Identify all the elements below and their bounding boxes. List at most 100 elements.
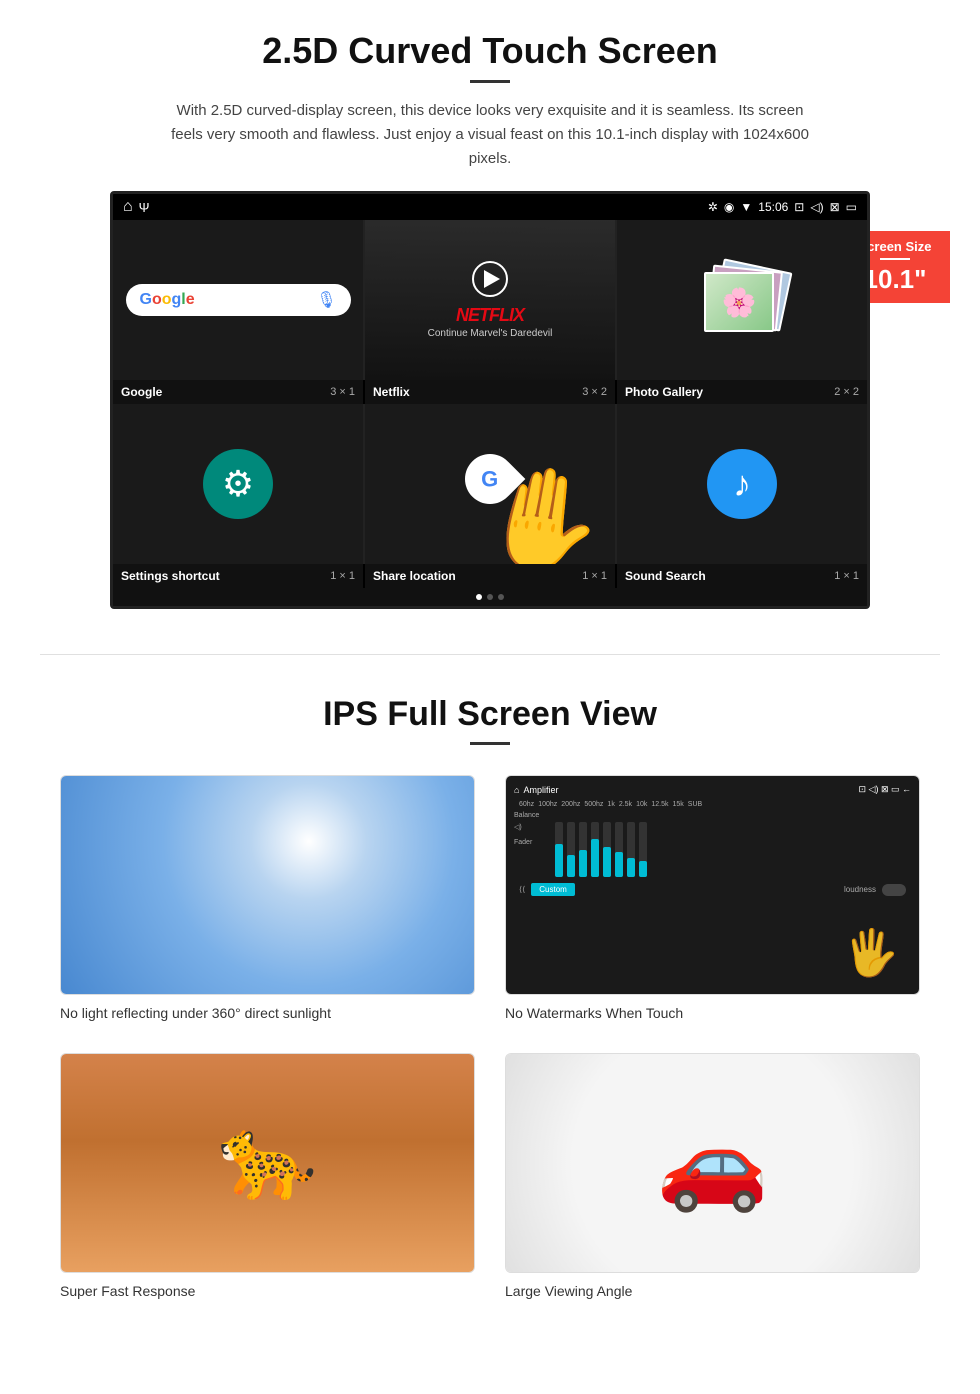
amp-fill-6	[615, 852, 623, 877]
car-emoji: 🚗	[656, 1111, 768, 1216]
settings-size: 1 × 1	[330, 570, 355, 582]
netflix-subtitle: Continue Marvel's Daredevil	[428, 328, 553, 339]
play-button[interactable]	[472, 261, 508, 297]
feature-viewing-angle: 🚗 Large Viewing Angle	[505, 1053, 920, 1301]
sound-search-cell[interactable]: ♪	[617, 404, 867, 564]
amp-track-4	[591, 822, 599, 877]
feature-label-1: No light reflecting under 360° direct su…	[60, 1005, 331, 1021]
google-search-bar[interactable]: Google 🎙	[126, 284, 351, 316]
amp-track-5	[603, 822, 611, 877]
section1-title: 2.5D Curved Touch Screen	[60, 30, 920, 72]
car-image: 🚗	[506, 1054, 919, 1272]
feature-img-cheetah: 🐆	[60, 1053, 475, 1273]
amp-footer: ⟨⟨ Custom loudness	[514, 883, 911, 896]
device-screen: ⌂ Ψ ✲ ◉ ▼ 15:06 ⊡ ◁) ⊠ ▭	[110, 191, 870, 609]
netflix-cell[interactable]: NETFLIX Continue Marvel's Daredevil	[365, 220, 615, 380]
share-size: 1 × 1	[582, 570, 607, 582]
google-size: 3 × 1	[330, 386, 355, 398]
amp-fill-3	[579, 850, 587, 878]
features-grid: No light reflecting under 360° direct su…	[60, 775, 920, 1301]
app-labels-row2: Settings shortcut 1 × 1 Share location 1…	[113, 564, 867, 588]
amp-home: ⌂	[514, 785, 519, 795]
settings-cell[interactable]: ⚙	[113, 404, 363, 564]
feature-label-2: No Watermarks When Touch	[505, 1005, 683, 1021]
amp-fill-8	[639, 861, 647, 878]
amp-bar-8	[639, 822, 647, 877]
feature-fast: 🐆 Super Fast Response	[60, 1053, 475, 1301]
share-label: Share location 1 × 1	[365, 564, 615, 588]
amp-bars	[545, 812, 657, 877]
amp-bar-7	[627, 822, 635, 877]
status-right: ✲ ◉ ▼ 15:06 ⊡ ◁) ⊠ ▭	[708, 200, 857, 214]
sound-label: Sound Search 1 × 1	[617, 564, 867, 588]
amp-bar-3	[579, 822, 587, 877]
settings-icon-circle: ⚙	[203, 449, 273, 519]
close-icon: ⊠	[830, 200, 840, 214]
app-labels-row1: Google 3 × 1 Netflix 3 × 2 Photo Gallery…	[113, 380, 867, 404]
amp-track-7	[627, 822, 635, 877]
amp-title: Amplifier	[523, 785, 558, 795]
amp-track-1	[555, 822, 563, 877]
amp-controls: Balance ◁) Fader	[514, 812, 911, 877]
photo-gallery-size: 2 × 2	[834, 386, 859, 398]
feature-img-car: 🚗	[505, 1053, 920, 1273]
netflix-content: NETFLIX Continue Marvel's Daredevil	[365, 220, 615, 380]
app-grid-row1: Google 🎙 NETFLIX Continue	[113, 220, 867, 380]
amp-bar-5	[603, 822, 611, 877]
netflix-label: Netflix 3 × 2	[365, 380, 615, 404]
mic-icon[interactable]: 🎙	[316, 290, 336, 310]
amp-freq-labels: 60hz100hz200hz500hz1k2.5k10k12.5k15kSUB	[514, 801, 911, 808]
amp-fill-4	[591, 839, 599, 878]
section1-description: With 2.5D curved-display screen, this de…	[170, 99, 810, 171]
photo-stack: 🌸	[702, 260, 782, 340]
bluetooth-icon: ✲	[708, 200, 718, 214]
amp-hand: 🖐	[843, 926, 899, 979]
window-icon: ▭	[846, 200, 857, 214]
photo-gallery-cell[interactable]: 🌸	[617, 220, 867, 380]
sound-icon-circle: ♪	[707, 449, 777, 519]
usb-icon: Ψ	[139, 200, 150, 215]
google-label: Google 3 × 1	[113, 380, 363, 404]
share-location-cell[interactable]: G 🤚	[365, 404, 615, 564]
google-logo: Google	[140, 291, 195, 309]
sound-name: Sound Search	[625, 569, 706, 583]
sound-size: 1 × 1	[834, 570, 859, 582]
feature-sunlight: No light reflecting under 360° direct su…	[60, 775, 475, 1023]
status-bar: ⌂ Ψ ✲ ◉ ▼ 15:06 ⊡ ◁) ⊠ ▭	[113, 194, 867, 220]
section-curved-touch: 2.5D Curved Touch Screen With 2.5D curve…	[0, 0, 980, 634]
nav-dot-1	[476, 594, 482, 600]
flower-icon: 🌸	[722, 286, 757, 319]
feature-label-3: Super Fast Response	[60, 1283, 195, 1299]
amp-custom-btn: ⟨⟨	[519, 885, 525, 894]
netflix-size: 3 × 2	[582, 386, 607, 398]
location-icon: ◉	[724, 200, 734, 214]
amp-bar-2	[567, 822, 575, 877]
feature-img-amplifier: ⌂ Amplifier ⊡ ◁) ⊠ ▭ ← 60hz100hz200hz500…	[505, 775, 920, 995]
feature-watermarks: ⌂ Amplifier ⊡ ◁) ⊠ ▭ ← 60hz100hz200hz500…	[505, 775, 920, 1023]
hand-pointer: 🤚	[471, 452, 614, 564]
amp-side-labels: Balance ◁) Fader	[514, 812, 539, 846]
play-triangle	[484, 270, 500, 288]
amp-track-8	[639, 822, 647, 877]
amp-header: ⌂ Amplifier ⊡ ◁) ⊠ ▭ ←	[514, 784, 911, 795]
settings-label: Settings shortcut 1 × 1	[113, 564, 363, 588]
amp-track-3	[579, 822, 587, 877]
feature-label-4: Large Viewing Angle	[505, 1283, 632, 1299]
amp-fill-1	[555, 844, 563, 877]
amp-bar-1	[555, 822, 563, 877]
photo-gallery-label: Photo Gallery 2 × 2	[617, 380, 867, 404]
google-cell[interactable]: Google 🎙	[113, 220, 363, 380]
title-underline-1	[470, 80, 510, 83]
amp-loudness-toggle[interactable]	[882, 884, 906, 896]
sunlight-image	[61, 776, 474, 994]
badge-divider	[880, 258, 910, 260]
time-display: 15:06	[758, 200, 788, 214]
badge-size: 10.1"	[864, 264, 927, 294]
amp-loudness-label: loudness	[844, 885, 876, 894]
share-name: Share location	[373, 569, 456, 583]
amp-fill-2	[567, 855, 575, 877]
google-name: Google	[121, 385, 162, 399]
photo-card-3: 🌸	[704, 272, 774, 332]
amplifier-image: ⌂ Amplifier ⊡ ◁) ⊠ ▭ ← 60hz100hz200hz500…	[506, 776, 919, 994]
amp-bar-6	[615, 822, 623, 877]
